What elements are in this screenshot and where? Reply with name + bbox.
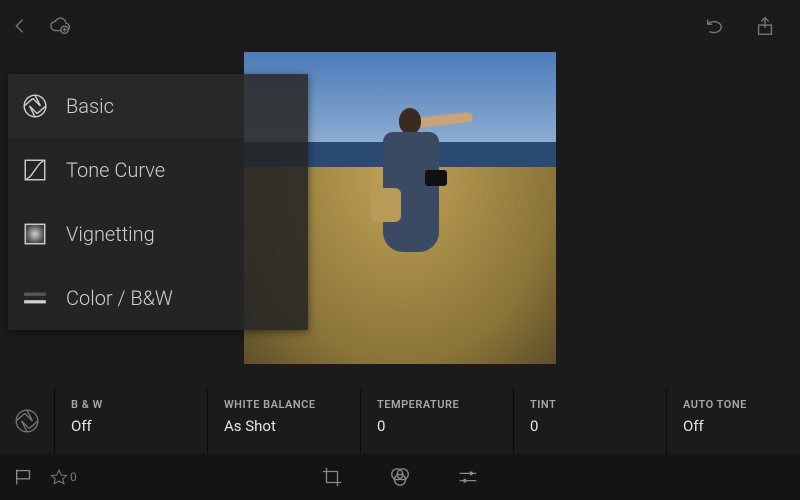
vignette-icon <box>22 221 48 247</box>
param-name: TEMPERATURE <box>377 398 497 411</box>
presets-icon <box>389 466 411 488</box>
adjust-button[interactable] <box>456 465 480 489</box>
panel-item-label: Basic <box>66 94 114 118</box>
undo-button[interactable] <box>704 0 726 52</box>
parameter-bar[interactable]: B & W Off WHITE BALANCE As Shot TEMPERAT… <box>0 388 800 454</box>
aperture-icon <box>22 93 48 119</box>
color-bw-icon <box>22 285 48 311</box>
panel-item-tone-curve[interactable]: Tone Curve <box>8 138 308 202</box>
param-value: 0 <box>377 417 497 435</box>
undo-icon <box>704 15 726 37</box>
param-tint[interactable]: TINT 0 <box>514 388 667 454</box>
panel-item-color-bw[interactable]: Color / B&W <box>8 266 308 330</box>
panel-item-vignetting[interactable]: Vignetting <box>8 202 308 266</box>
param-value: Off <box>71 417 191 435</box>
param-value: Off <box>683 417 800 435</box>
param-white-balance[interactable]: WHITE BALANCE As Shot <box>208 388 361 454</box>
cloud-add-button[interactable] <box>40 0 80 52</box>
crop-button[interactable] <box>320 465 344 489</box>
share-button[interactable] <box>754 0 776 52</box>
edit-panel-menu: Basic Tone Curve Vignetting Color / B&W <box>8 74 308 330</box>
panel-item-label: Color / B&W <box>66 286 173 310</box>
rating-count: 0 <box>70 470 77 484</box>
param-value: As Shot <box>224 417 344 435</box>
chevron-left-icon <box>9 15 31 37</box>
crop-icon <box>321 466 343 488</box>
panel-item-label: Tone Curve <box>66 158 165 182</box>
param-name: TINT <box>530 398 650 411</box>
tone-curve-icon <box>22 157 48 183</box>
aperture-icon <box>14 408 40 434</box>
param-temperature[interactable]: TEMPERATURE 0 <box>361 388 514 454</box>
param-value: 0 <box>530 417 650 435</box>
param-name: AUTO TONE <box>683 398 800 411</box>
rating-button[interactable]: 0 <box>50 468 77 486</box>
panel-item-label: Vignetting <box>66 222 155 246</box>
panel-item-basic[interactable]: Basic <box>8 74 308 138</box>
presets-button[interactable] <box>388 465 412 489</box>
sliders-icon <box>457 466 479 488</box>
param-name: WHITE BALANCE <box>224 398 344 411</box>
flag-icon <box>13 466 35 488</box>
flag-button[interactable] <box>12 465 36 489</box>
param-auto-tone[interactable]: AUTO TONE Off <box>667 388 800 454</box>
bottom-toolbar: 0 <box>0 454 800 500</box>
cloud-plus-icon <box>49 15 71 37</box>
param-name: B & W <box>71 398 191 411</box>
share-icon <box>754 15 776 37</box>
top-bar <box>0 0 800 52</box>
back-button[interactable] <box>0 0 40 52</box>
star-icon <box>50 468 68 486</box>
parameter-bar-icon[interactable] <box>0 388 55 454</box>
param-bw[interactable]: B & W Off <box>55 388 208 454</box>
